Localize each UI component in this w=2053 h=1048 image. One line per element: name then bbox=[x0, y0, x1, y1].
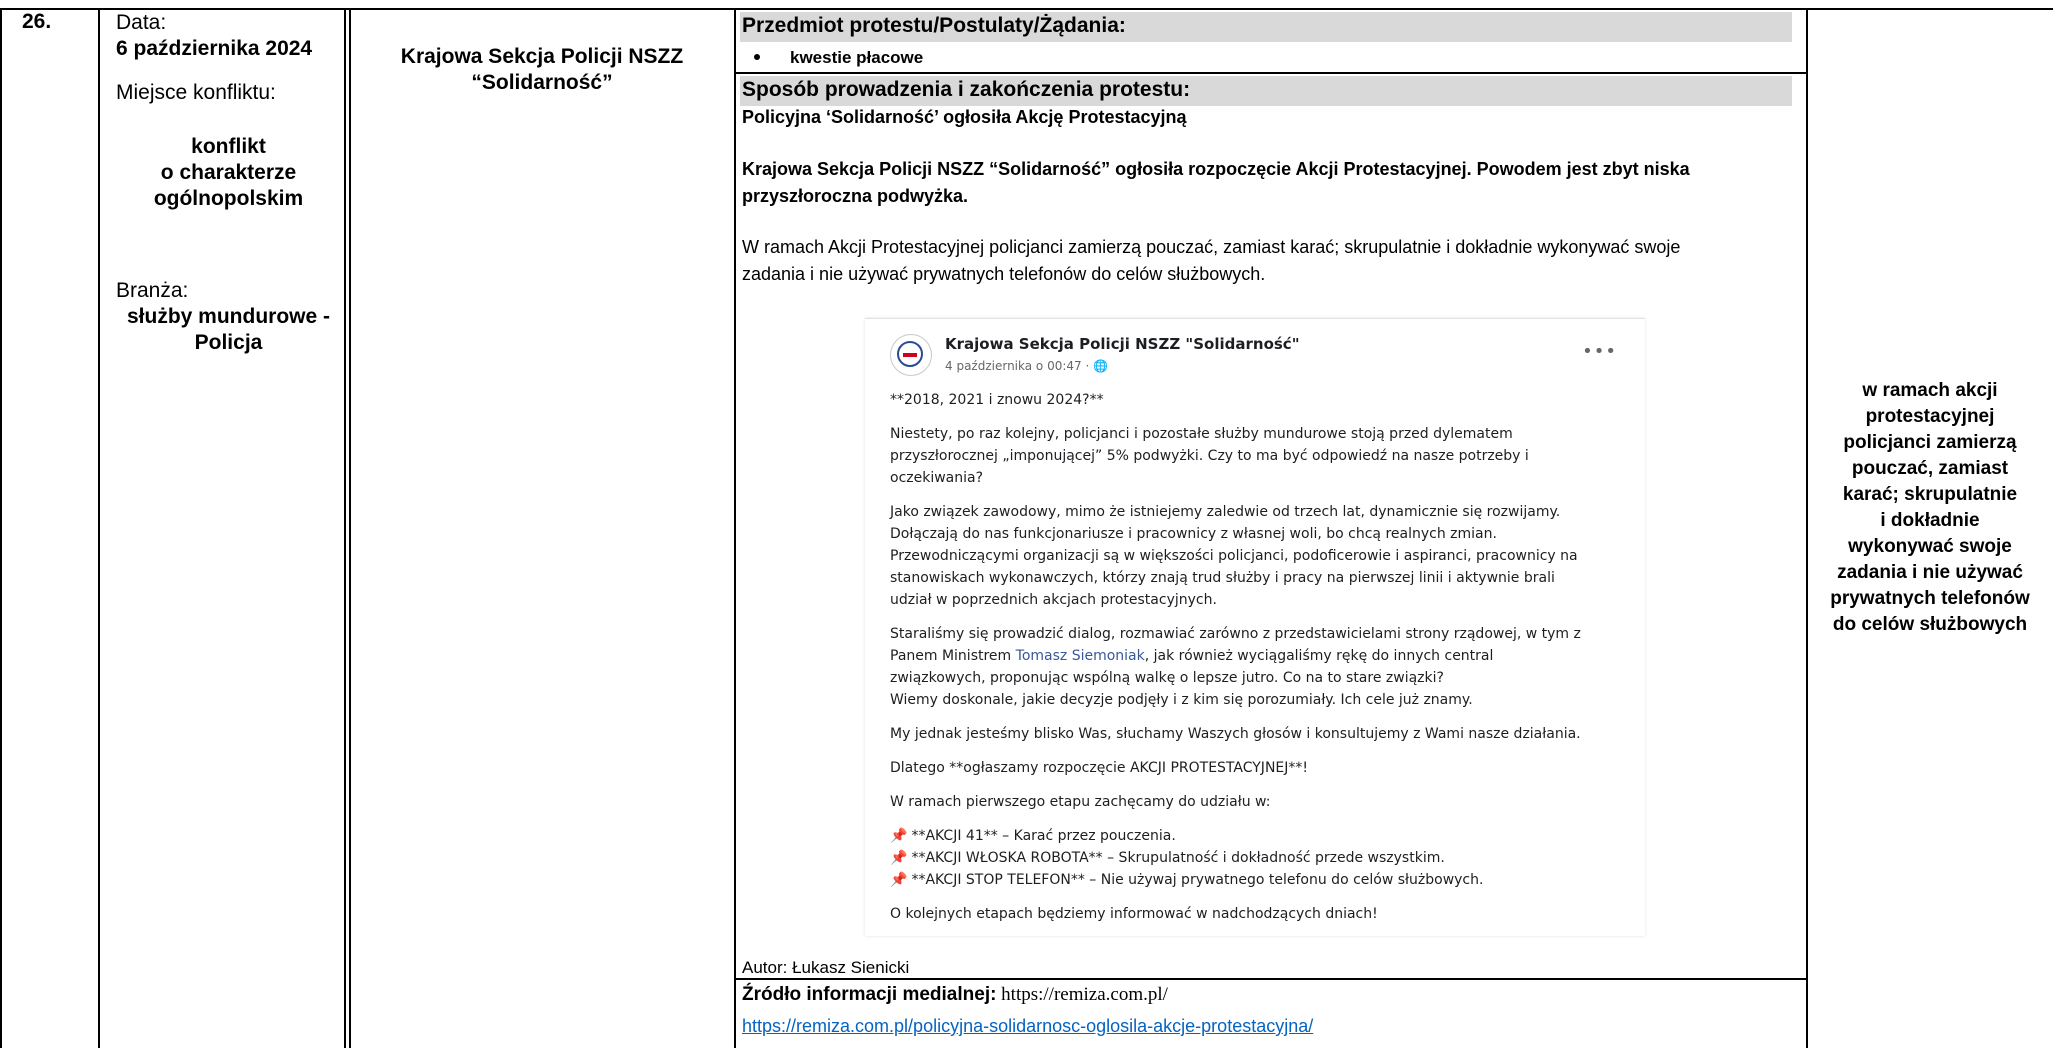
col-border-left bbox=[0, 8, 2, 1048]
place-label: Miejsce konfliktu: bbox=[116, 81, 276, 104]
industry-label: Branża: bbox=[116, 279, 189, 302]
post-author: Krajowa Sekcja Policji NSZZ "Solidarność… bbox=[945, 335, 1300, 353]
post-paragraph-2: Jako związek zawodowy, mimo że istniejem… bbox=[890, 501, 1625, 611]
summary: w ramach akcji protestacyjnej policjanci… bbox=[1814, 378, 2046, 638]
post-paragraph-6: W ramach pierwszego etapu zachęcamy do u… bbox=[890, 794, 1271, 810]
post-line: Dołączają do nas funkcjonariusze i praco… bbox=[890, 526, 1497, 542]
place-line: ogólnopolskim bbox=[153, 187, 304, 210]
post-meta: 4 października o 00:47 · 🌐 bbox=[945, 359, 1109, 373]
subject-bullet-text: kwestie płacowe bbox=[790, 48, 924, 67]
pushpin-icon: 📌 bbox=[890, 872, 908, 888]
post-action-text: **AKCJI 41** – Karać przez pouczenia. bbox=[911, 828, 1176, 844]
post-action-text: **AKCJI WŁOSKA ROBOTA** – Skrupulatność … bbox=[911, 850, 1445, 866]
organization-line: “Solidarność” bbox=[471, 71, 613, 94]
method-title: Policyjna ‘Solidarność’ ogłosiła Akcję P… bbox=[742, 107, 1187, 127]
organization-line: Krajowa Sekcja Policji NSZZ bbox=[400, 45, 684, 68]
summary-line: karać; skrupulatnie bbox=[1842, 484, 2018, 505]
post-action-text: **AKCJI STOP TELEFON** – Nie używaj pryw… bbox=[911, 872, 1484, 888]
source-link[interactable]: https://remiza.com.pl/policyjna-solidarn… bbox=[742, 1016, 1313, 1037]
post-line: Wiemy doskonale, jakie decyzje podjęły i… bbox=[890, 692, 1473, 708]
summary-line: i dokładnie bbox=[1880, 510, 1980, 531]
method-body-line: W ramach Akcji Protestacyjnej policjanci… bbox=[742, 237, 1681, 257]
post-text: , jak również wyciągaliśmy rękę do innyc… bbox=[1144, 648, 1494, 664]
date-value: 6 października 2024 bbox=[116, 37, 313, 60]
summary-line: zadania i nie używać bbox=[1837, 562, 2023, 583]
post-paragraph-3: Staraliśmy się prowadzić dialog, rozmawi… bbox=[890, 623, 1625, 711]
method-lead-line: Krajowa Sekcja Policji NSZZ “Solidarność… bbox=[742, 159, 1690, 179]
source-site: https://remiza.com.pl/ bbox=[996, 984, 1168, 1005]
subject-bullet: kwestie płacowe bbox=[742, 48, 923, 68]
summary-line: wykonywać swoje bbox=[1848, 536, 2012, 557]
method-lead: Krajowa Sekcja Policji NSZZ “Solidarność… bbox=[742, 156, 1802, 210]
post-paragraph-7: O kolejnych etapach będziemy informować … bbox=[890, 906, 1378, 922]
col-border-2b bbox=[349, 8, 351, 1048]
source-top-border bbox=[736, 978, 1807, 980]
post-action-item: 📌 **AKCJI WŁOSKA ROBOTA** – Skrupulatność… bbox=[890, 847, 1625, 869]
post-heading: **2018, 2021 i znowu 2024?** bbox=[890, 392, 1104, 408]
subject-header: Przedmiot protestu/Postulaty/Żądania: bbox=[740, 12, 1792, 42]
post-line: Niestety, po raz kolejny, policjanci i p… bbox=[890, 426, 1513, 442]
source-line: Źródło informacji medialnej: https://rem… bbox=[742, 984, 1168, 1006]
method-body-line: zadania i nie używać prywatnych telefonó… bbox=[742, 264, 1266, 284]
post-line: oczekiwania? bbox=[890, 470, 984, 486]
summary-line: do celów służbowych bbox=[1832, 614, 2028, 635]
post-action-list: 📌 **AKCJI 41** – Karać przez pouczenia. 📌… bbox=[890, 825, 1625, 891]
pushpin-icon: 📌 bbox=[890, 828, 908, 844]
post-paragraph-1: Niestety, po raz kolejny, policjanci i p… bbox=[890, 423, 1625, 489]
industry-line: Policja bbox=[194, 331, 263, 354]
post-action-item: 📌 **AKCJI STOP TELEFON** – Nie używaj pry… bbox=[890, 869, 1625, 891]
post-line: Przewodniczącymi organizacji są w większ… bbox=[890, 548, 1578, 564]
method-header: Sposób prowadzenia i zakończenia protest… bbox=[740, 76, 1792, 106]
method-lead-line: przyszłoroczna podwyżka. bbox=[742, 186, 969, 206]
organization: Krajowa Sekcja Policji NSZZ “Solidarność… bbox=[352, 44, 732, 96]
place-value: konflikt o charakterze ogólnopolskim bbox=[116, 134, 341, 212]
summary-line: w ramach akcji bbox=[1862, 380, 1998, 401]
post-line: stanowiskach wykonawczych, którzy znają … bbox=[890, 570, 1555, 586]
method-top-border bbox=[736, 72, 1807, 74]
row-number: 26. bbox=[22, 10, 52, 33]
summary-line: prywatnych telefonów bbox=[1830, 588, 2030, 609]
summary-line: pouczać, zamiast bbox=[1851, 458, 2009, 479]
post-line: Jako związek zawodowy, mimo że istniejem… bbox=[890, 504, 1561, 520]
details-column: Data: 6 października 2024 Miejsce konfli… bbox=[116, 10, 341, 356]
post-line: związkowych, proponując wspólną walkę o … bbox=[890, 670, 1444, 686]
table-row: 26. Data: 6 października 2024 Miejsce ko… bbox=[0, 0, 2053, 1048]
post-action-item: 📌 **AKCJI 41** – Karać przez pouczenia. bbox=[890, 825, 1625, 847]
post-line: udział w poprzednich akcjach protestacyj… bbox=[890, 592, 1217, 608]
social-post-screenshot: Krajowa Sekcja Policji NSZZ "Solidarność… bbox=[865, 318, 1645, 936]
summary-line: policjanci zamierzą bbox=[1843, 432, 2017, 453]
post-line: Staraliśmy się prowadzić dialog, rozmawi… bbox=[890, 626, 1581, 642]
minister-link[interactable]: Tomasz Siemoniak bbox=[1016, 648, 1145, 664]
post-line: przyszłorocznej „imponującej” 5% podwyżk… bbox=[890, 448, 1529, 464]
post-line: Panem Ministrem Tomasz Siemoniak, jak ró… bbox=[890, 645, 1625, 667]
pushpin-icon: 📌 bbox=[890, 850, 908, 866]
author-line: Autor: Łukasz Sienicki bbox=[742, 958, 910, 977]
place-line: konflikt bbox=[191, 135, 266, 158]
summary-line: protestacyjnej bbox=[1865, 406, 1995, 427]
method-body: W ramach Akcji Protestacyjnej policjanci… bbox=[742, 234, 1802, 288]
col-border-2 bbox=[344, 8, 346, 1048]
date-label: Data: bbox=[116, 11, 167, 34]
post-paragraph-5: Dlatego **ogłaszamy rozpoczęcie AKCJI PR… bbox=[890, 760, 1308, 776]
post-paragraph-4: My jednak jesteśmy blisko Was, słuchamy … bbox=[890, 726, 1581, 742]
union-logo-icon bbox=[890, 334, 932, 376]
more-options-icon: ••• bbox=[1582, 341, 1617, 362]
post-text: Panem Ministrem bbox=[890, 648, 1016, 664]
bullet-dot-icon bbox=[754, 54, 760, 61]
col-border-4 bbox=[1806, 8, 1808, 1048]
industry-line: służby mundurowe - bbox=[126, 305, 330, 328]
col-border-3 bbox=[734, 8, 736, 1048]
industry-value: służby mundurowe - Policja bbox=[116, 304, 341, 356]
source-label: Źródło informacji medialnej: bbox=[742, 984, 997, 1005]
col-border-1 bbox=[98, 8, 100, 1048]
place-line: o charakterze bbox=[160, 161, 297, 184]
